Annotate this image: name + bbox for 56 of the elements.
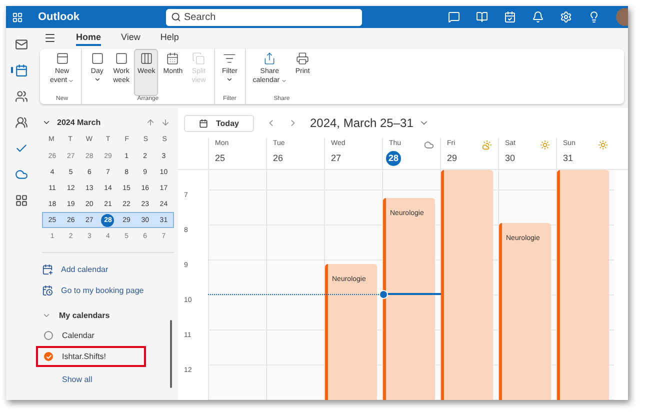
calendar-check-icon[interactable] — [504, 11, 516, 23]
sun-icon — [540, 140, 550, 150]
booking-icon — [42, 285, 53, 296]
week-icon — [140, 52, 153, 65]
share-icon — [263, 52, 276, 65]
chat-icon[interactable] — [448, 11, 460, 23]
bell-icon[interactable] — [532, 11, 544, 23]
printer-icon — [296, 52, 310, 65]
menu-icon[interactable] — [44, 32, 56, 44]
people-icon[interactable] — [13, 88, 29, 104]
month-title: 2024 March — [57, 118, 102, 126]
sidebar-link[interactable]: Go to my booking page — [42, 280, 144, 301]
scrollbar[interactable] — [170, 320, 172, 388]
calendar-item[interactable]: Ishtar.Shifts! — [36, 346, 146, 367]
calendar-icon[interactable] — [13, 62, 29, 78]
settings-icon[interactable] — [560, 11, 572, 23]
date-label: 29 — [447, 152, 458, 165]
lightbulb-icon[interactable] — [588, 11, 600, 23]
window-icon — [56, 52, 69, 65]
day-icon — [90, 52, 104, 65]
cloud-icon — [424, 140, 434, 150]
sun-icon — [598, 140, 608, 150]
filter-icon — [223, 52, 236, 65]
up-arrow-icon[interactable] — [146, 118, 155, 126]
split-view-icon — [192, 52, 206, 65]
date-range-title[interactable]: 2024, March 25–31 — [310, 116, 430, 130]
sun-behind-cloud-icon — [482, 140, 492, 150]
date-label: 25 — [215, 152, 226, 165]
book-icon[interactable] — [476, 11, 488, 23]
calendar-checkbox[interactable] — [44, 352, 53, 361]
work-week-icon — [114, 52, 128, 65]
apps-icon[interactable] — [13, 192, 29, 208]
app-launcher-icon[interactable] — [12, 12, 22, 22]
today-button[interactable]: Today — [184, 114, 254, 132]
date-label: 28 — [386, 151, 401, 166]
show-all-link[interactable]: Show all — [42, 367, 92, 384]
ribbon-tab[interactable]: Help — [160, 30, 179, 46]
date-label: 30 — [505, 152, 516, 165]
app-name: Outlook — [38, 11, 81, 23]
calendar-icon — [199, 118, 208, 128]
search-field[interactable]: Search — [166, 8, 362, 26]
chevron-icon — [42, 311, 51, 320]
groups-icon[interactable] — [13, 114, 29, 130]
date-label: 26 — [273, 152, 284, 165]
date-label: 31 — [563, 152, 574, 165]
down-arrow-icon[interactable] — [161, 118, 170, 126]
calendar-checkbox[interactable] — [44, 331, 53, 340]
date-label: 27 — [331, 152, 342, 165]
ribbon-tab[interactable]: View — [121, 30, 140, 46]
ribbon-tab[interactable]: Home — [76, 30, 102, 46]
add-calendar-icon — [42, 264, 53, 275]
search-icon — [171, 12, 181, 22]
month-icon — [166, 52, 180, 65]
sidebar-link[interactable]: Add calendar — [42, 259, 108, 280]
section-header[interactable]: My calendars — [42, 301, 110, 325]
calendar-item[interactable]: Calendar — [36, 325, 146, 346]
